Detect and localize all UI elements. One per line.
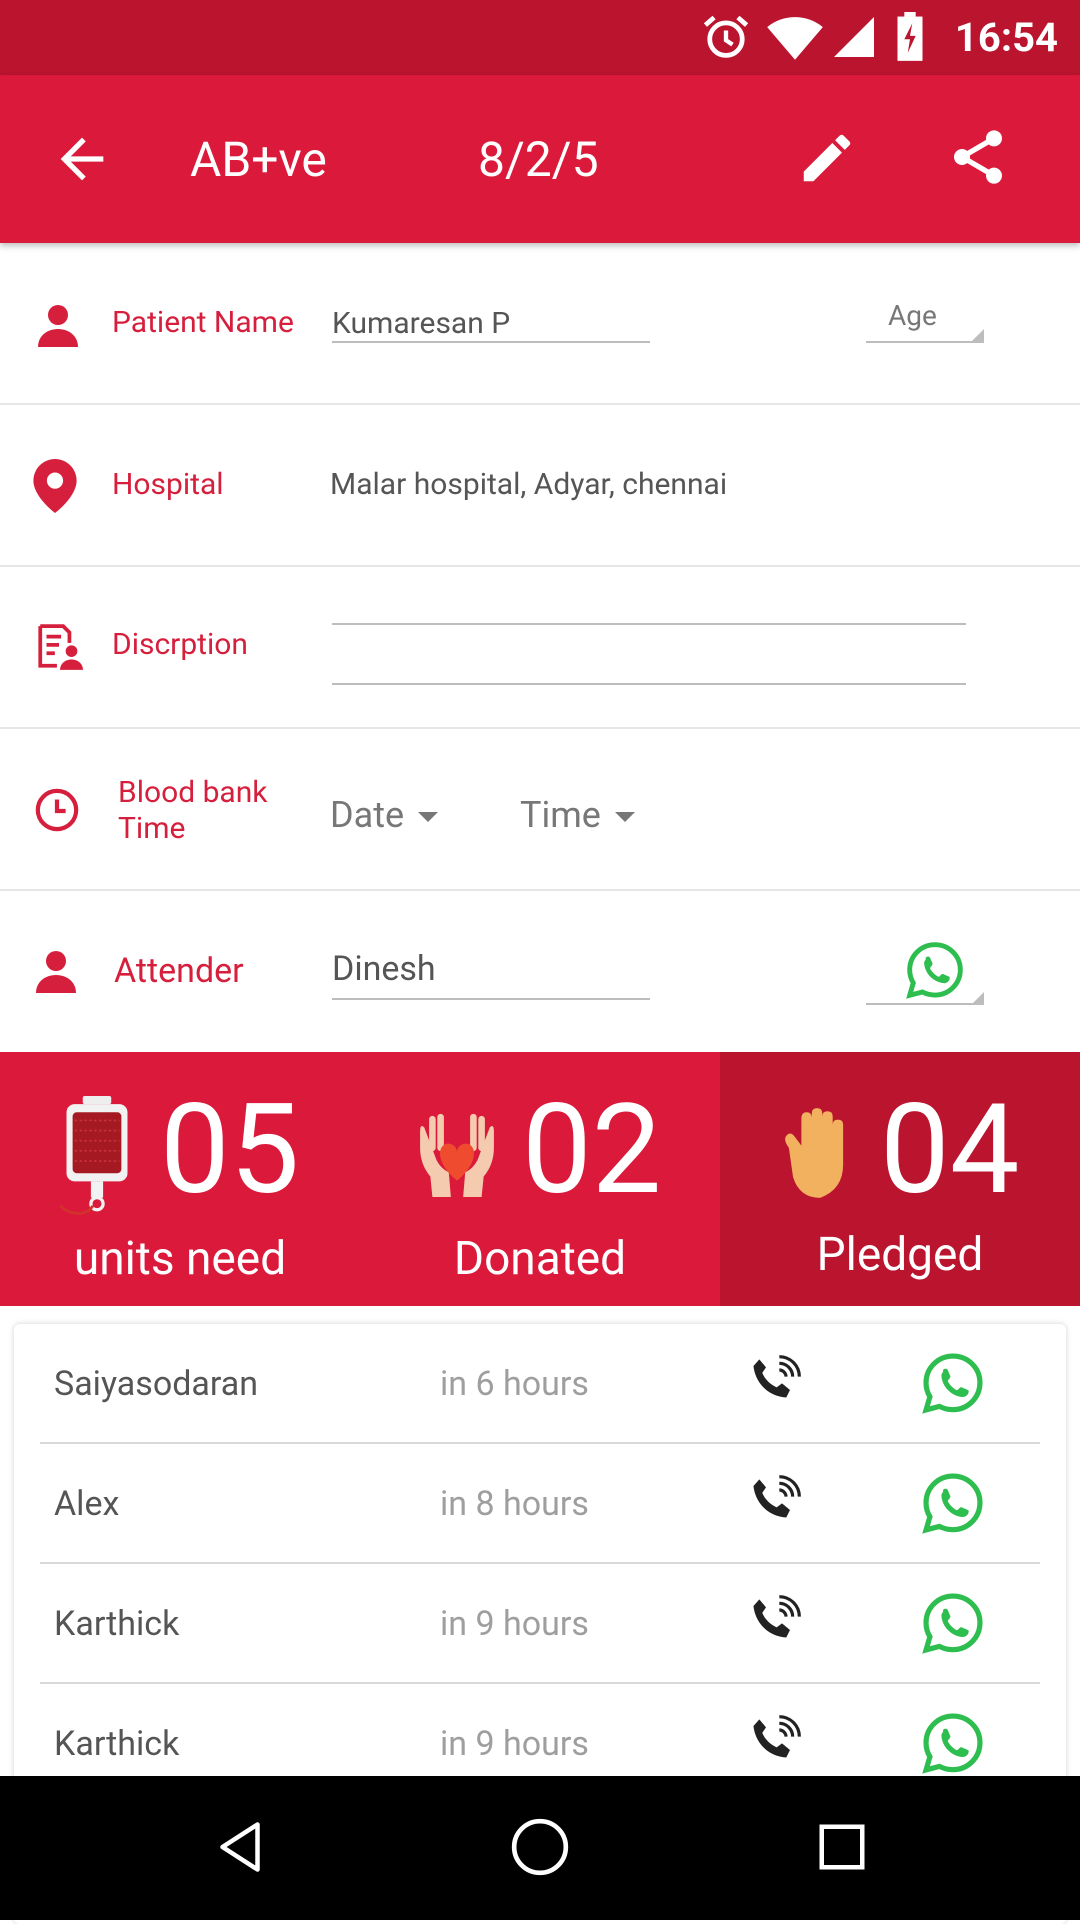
patient-row: Patient Name Kumaresan P Age xyxy=(0,243,1080,405)
donated-label: Donated xyxy=(453,1232,627,1286)
attender-underline xyxy=(332,998,650,1000)
donor-name: Alex xyxy=(54,1484,120,1524)
date-dropdown[interactable]: Date xyxy=(330,793,439,837)
blood-bank-label-line1: Blood bank xyxy=(118,775,268,810)
blood-bag-icon xyxy=(59,1096,128,1215)
age-dropdown-corner xyxy=(972,329,984,341)
description-icon xyxy=(38,624,83,670)
donor-name: Karthick xyxy=(54,1724,180,1764)
whatsapp-icon[interactable] xyxy=(920,1350,986,1416)
whatsapp-icon[interactable] xyxy=(920,1470,986,1536)
donor-time: in 9 hours xyxy=(440,1604,589,1644)
hospital-label: Hospital xyxy=(112,467,224,502)
stats-banner: 05 units need 02 Donated 04 Pledged xyxy=(0,1052,1080,1306)
edit-icon xyxy=(803,134,851,182)
age-field[interactable]: Age xyxy=(866,293,984,345)
age-underline xyxy=(866,341,984,343)
description-label: Discrption xyxy=(112,627,248,662)
attender-input[interactable]: Dinesh xyxy=(332,949,436,989)
whatsapp-underline xyxy=(866,1003,984,1005)
share-icon xyxy=(954,130,1002,184)
phone-icon[interactable] xyxy=(742,1350,806,1414)
signal-icon xyxy=(834,17,874,57)
attender-label: Attender xyxy=(114,951,244,991)
alarm-icon xyxy=(703,15,749,58)
back-button[interactable] xyxy=(48,127,118,191)
patient-name-underline xyxy=(332,341,650,343)
age-placeholder: Age xyxy=(888,299,937,332)
patient-name-label: Patient Name xyxy=(112,305,294,340)
person-icon xyxy=(38,305,78,347)
pledged-count: 04 xyxy=(880,1078,1020,1223)
hospital-input[interactable]: Malar hospital, Adyar, chennai xyxy=(330,465,727,505)
donor-time: in 9 hours xyxy=(440,1724,589,1764)
whatsapp-icon xyxy=(906,942,963,999)
list-item[interactable]: Alex in 8 hours xyxy=(40,1444,1040,1564)
nav-recents-icon[interactable] xyxy=(815,1820,869,1874)
description-row: Discrption xyxy=(0,567,1080,729)
units-needed-count: 05 xyxy=(160,1078,300,1223)
clock-icon xyxy=(35,788,79,832)
description-input[interactable] xyxy=(332,607,966,667)
status-bar: 16:54 xyxy=(0,0,1080,75)
phone-icon[interactable] xyxy=(742,1590,806,1654)
pledged-label: Pledged xyxy=(816,1228,984,1282)
phone-icon[interactable] xyxy=(742,1470,806,1534)
blood-count-summary: 8/2/5 xyxy=(478,131,599,188)
list-item[interactable]: Karthick in 9 hours xyxy=(40,1564,1040,1684)
attender-whatsapp-button[interactable] xyxy=(866,939,984,1005)
back-arrow-icon xyxy=(60,137,104,181)
donated-count: 02 xyxy=(522,1078,662,1223)
page-title: AB+ve xyxy=(190,131,327,188)
whatsapp-dropdown-corner xyxy=(972,992,984,1004)
edit-button[interactable] xyxy=(796,127,860,191)
battery-icon xyxy=(897,12,923,61)
share-button[interactable] xyxy=(946,125,1012,191)
time-dropdown[interactable]: Time xyxy=(520,793,635,837)
nav-back-icon[interactable] xyxy=(210,1816,270,1878)
donor-time: in 6 hours xyxy=(440,1364,589,1404)
units-needed-label: units need xyxy=(73,1232,287,1286)
donor-time: in 8 hours xyxy=(440,1484,589,1524)
heart-hands-icon xyxy=(420,1113,494,1198)
whatsapp-icon[interactable] xyxy=(920,1710,986,1776)
list-item[interactable]: Saiyasodaran in 6 hours xyxy=(40,1324,1040,1444)
navigation-bar xyxy=(0,1776,1080,1920)
whatsapp-icon[interactable] xyxy=(920,1590,986,1656)
location-pin-icon xyxy=(33,459,77,513)
nav-home-icon[interactable] xyxy=(509,1816,571,1878)
attender-row: Attender Dinesh xyxy=(0,891,1080,1052)
caret-down-icon xyxy=(614,812,635,823)
patient-name-input[interactable]: Kumaresan P xyxy=(332,304,510,344)
app-bar: AB+ve 8/2/5 xyxy=(0,75,1080,243)
status-time: 16:54 xyxy=(954,14,1058,61)
description-underline-2 xyxy=(332,683,966,685)
person-icon xyxy=(36,951,76,993)
raised-hand-icon xyxy=(785,1108,844,1198)
donor-name: Saiyasodaran xyxy=(54,1364,259,1404)
description-underline-1 xyxy=(332,623,966,625)
phone-icon[interactable] xyxy=(742,1710,806,1774)
donor-name: Karthick xyxy=(54,1604,180,1644)
wifi-icon xyxy=(767,17,823,60)
time-dropdown-label: Time xyxy=(520,794,601,836)
date-dropdown-label: Date xyxy=(330,794,405,836)
caret-down-icon xyxy=(418,812,439,823)
blood-bank-label-line2: Time xyxy=(118,811,186,846)
blood-bank-time-row: Blood bank Time Date Time xyxy=(0,729,1080,891)
hospital-row: Hospital Malar hospital, Adyar, chennai xyxy=(0,405,1080,567)
